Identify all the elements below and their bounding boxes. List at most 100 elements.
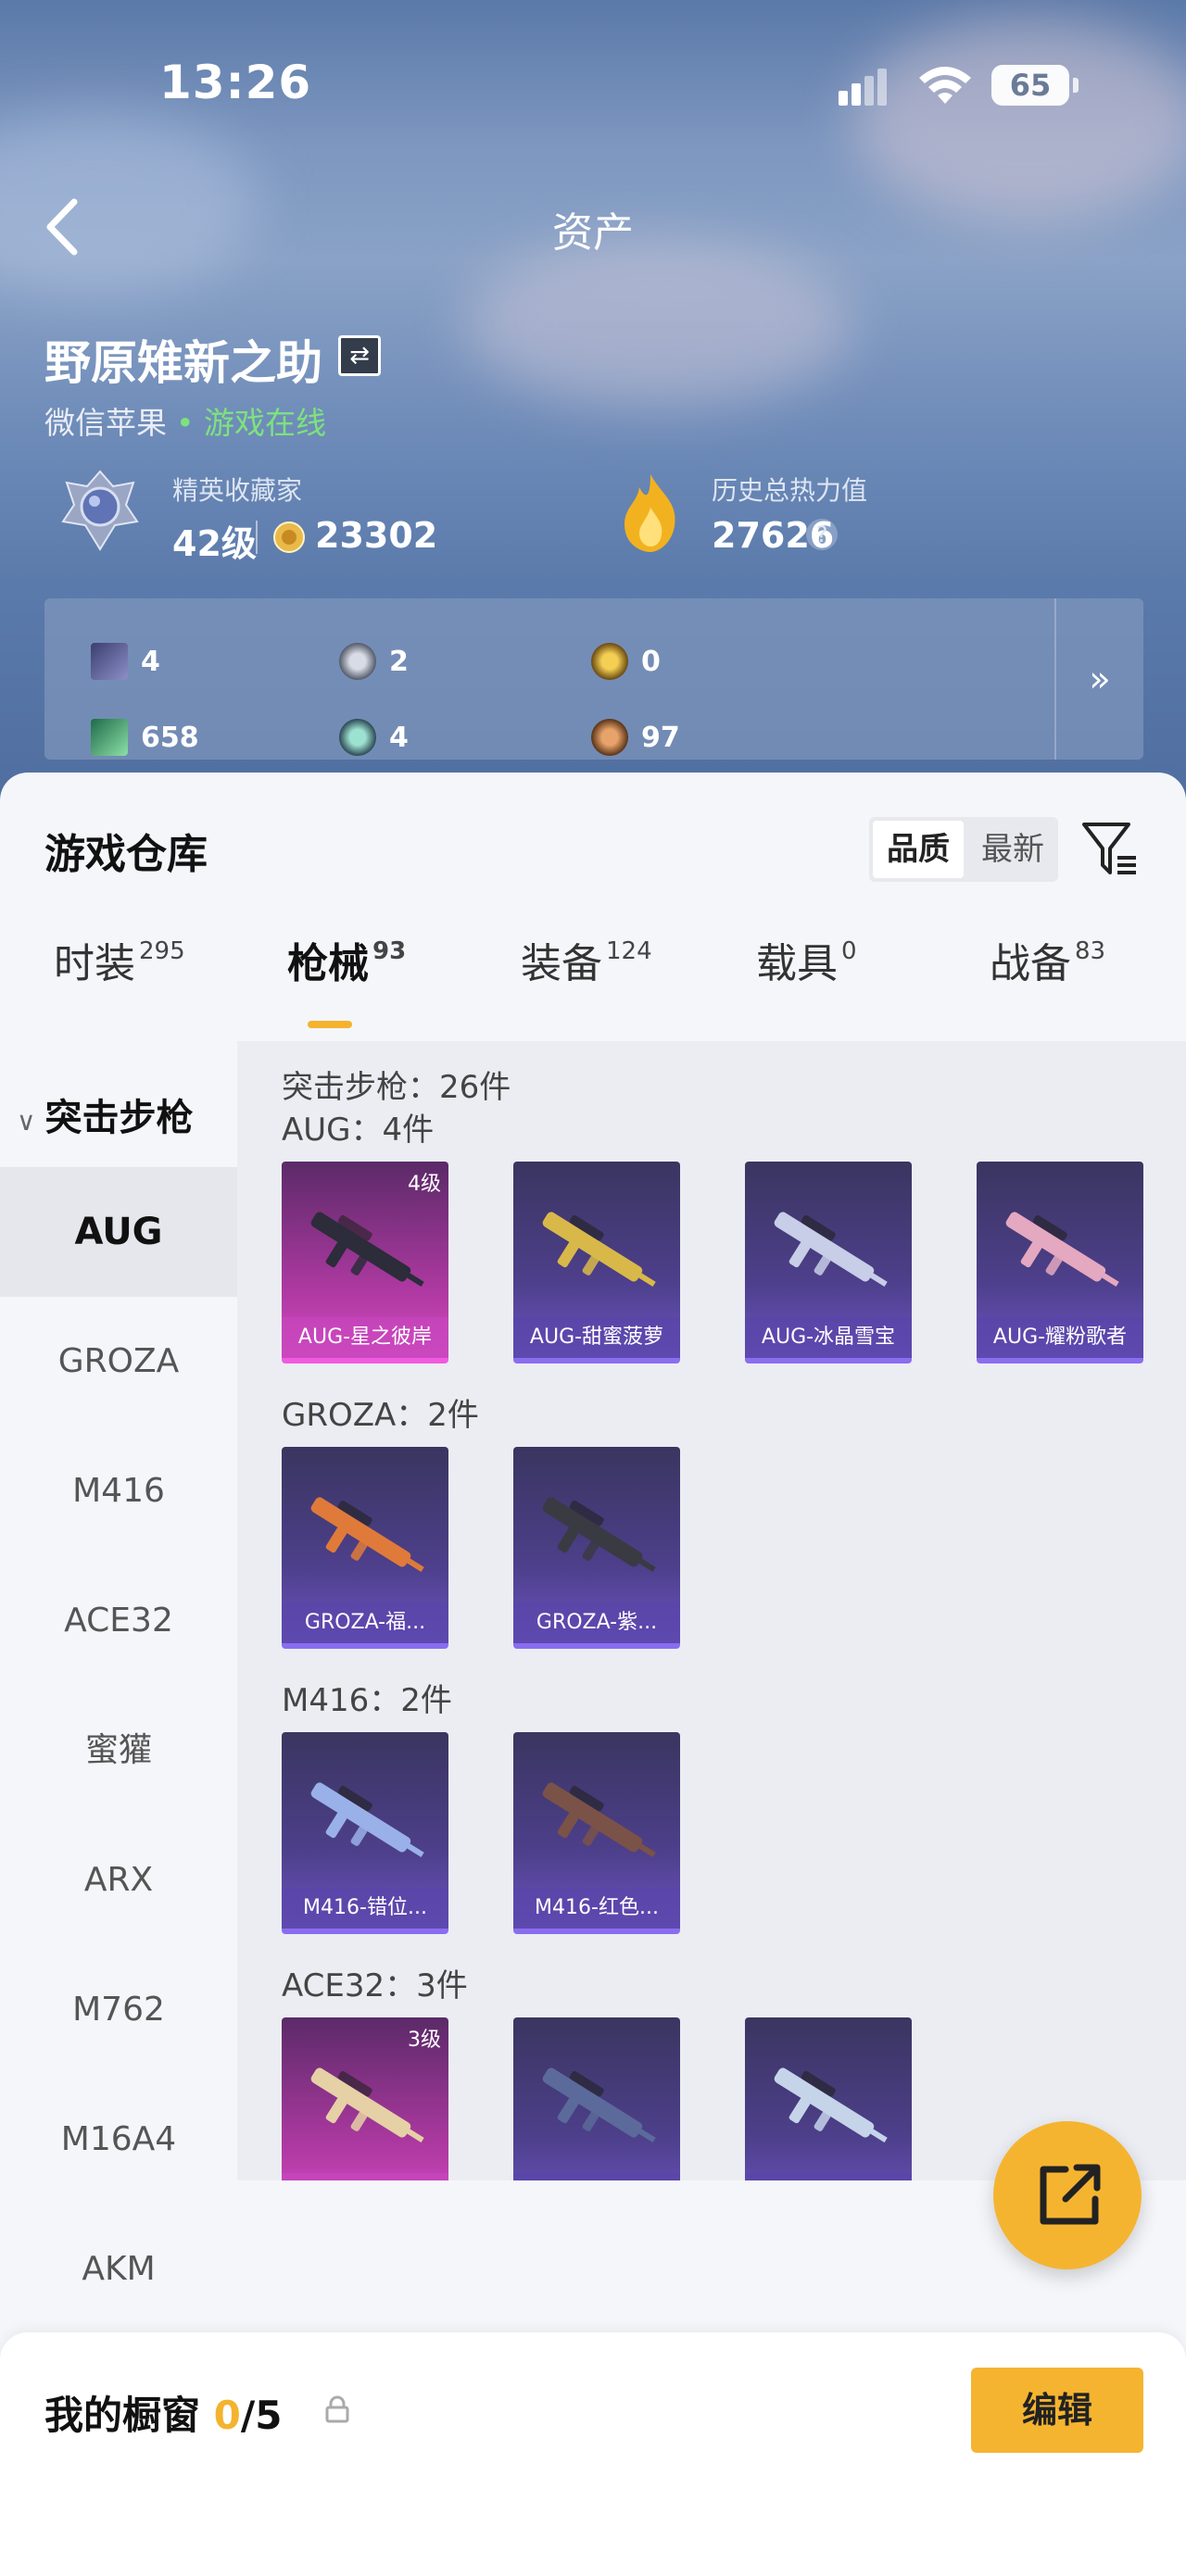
showcase-label: 我的橱窗 <box>44 2393 201 2438</box>
tab-equipment[interactable]: 装备 124 <box>521 930 652 989</box>
tab-supplies[interactable]: 战备 83 <box>990 930 1105 989</box>
tab-label: 装备 <box>521 940 602 987</box>
category-summary: 突击步枪：26件 <box>282 1069 511 1106</box>
sidebar-item-m16a4[interactable]: M16A4 <box>0 2075 237 2205</box>
stat-item: 4 <box>91 637 160 685</box>
coin-value: 23302 <box>315 515 438 556</box>
coin-icon <box>273 521 305 553</box>
skin-name: GROZA-福... <box>282 1602 448 1643</box>
flame-icon <box>625 474 675 552</box>
edit-button[interactable]: 编辑 <box>971 2368 1143 2453</box>
weapon-skin-card[interactable]: M416-错位... <box>282 1732 448 1934</box>
silver-badge-icon <box>339 643 376 680</box>
rifle-icon <box>310 2067 424 2143</box>
sidebar-item-aug[interactable]: AUG <box>0 1167 237 1297</box>
stat-value: 4 <box>389 721 409 754</box>
skin-name: M416-错位... <box>282 1888 448 1929</box>
showcase-bar: 我的橱窗 0/5 编辑 <box>0 2332 1186 2576</box>
teal-orb-icon <box>339 719 376 756</box>
weapon-skin-card[interactable]: AUG-冰晶雪宝 <box>745 1162 912 1363</box>
green-card-icon <box>91 719 128 756</box>
collector-medal-icon <box>61 470 139 551</box>
section-title: AUG：4件 <box>282 1112 435 1149</box>
sidebar-item-ace32[interactable]: ACE32 <box>0 1556 237 1686</box>
showcase-current-count: 0 <box>213 2393 241 2438</box>
sidebar-item-arx[interactable]: ARX <box>0 1816 237 1945</box>
weapon-skin-card[interactable]: GROZA-福... <box>282 1447 448 1649</box>
stat-value: 2 <box>389 645 409 678</box>
skin-name: M416-红色... <box>513 1888 680 1929</box>
wifi-icon <box>919 67 971 104</box>
active-tab-indicator <box>308 1021 352 1028</box>
asset-stats-panel: 4 2 0 658 4 97 » <box>44 598 1143 760</box>
category-label: 突击步枪 <box>44 1097 194 1139</box>
player-level: 42级 <box>172 523 257 564</box>
sidebar-item-akm[interactable]: AKM <box>0 2205 237 2334</box>
weapon-skin-card[interactable]: GROZA-紫... <box>513 1447 680 1649</box>
section-title: ACE32：3件 <box>282 1967 468 2004</box>
battery-tip <box>1073 78 1079 93</box>
platform-label: 微信苹果 <box>44 405 167 441</box>
category-tabs: 时装 295 枪械 93 装备 124 载具 0 战备 83 <box>0 930 1186 1019</box>
stat-value: 97 <box>641 721 680 754</box>
page-title: 资产 <box>552 209 634 257</box>
card-icon <box>91 643 128 680</box>
skin-name: ACE32-画... <box>513 2173 680 2180</box>
status-bar: 13:26 65 <box>0 0 1186 167</box>
rank-title: 精英收藏家 <box>172 475 303 506</box>
weapon-skin-card[interactable]: 3级 ACE32-萌... <box>282 2017 448 2180</box>
rifle-icon <box>774 2067 888 2143</box>
rifle-icon <box>542 1782 656 1858</box>
skin-name: AUG-耀粉歌者 <box>977 1317 1143 1358</box>
sidebar-item-honey-badger[interactable]: 蜜獾 <box>0 1686 237 1816</box>
section-title: GROZA：2件 <box>282 1397 479 1434</box>
stat-item: 2 <box>339 637 409 685</box>
weapon-skin-card[interactable]: M416-红色... <box>513 1732 680 1934</box>
sidebar-item-groza[interactable]: GROZA <box>0 1297 237 1426</box>
weapon-skin-card[interactable]: AUG-甜蜜菠萝 <box>513 1162 680 1363</box>
player-name: 野原雉新之助 <box>44 336 322 390</box>
weapon-skin-card[interactable]: ACE32-冰... <box>745 2017 912 2180</box>
filter-icon[interactable] <box>1080 819 1138 880</box>
skin-name: AUG-甜蜜菠萝 <box>513 1317 680 1358</box>
weapon-skin-card[interactable]: ACE32-画... <box>513 2017 680 2180</box>
tab-label: 载具 <box>756 940 838 987</box>
share-icon <box>1040 2164 1101 2225</box>
clock: 13:26 <box>159 56 312 109</box>
chevron-down-icon: ∨ <box>17 1106 36 1137</box>
rifle-icon <box>542 1497 656 1573</box>
rifle-icon <box>1005 1212 1119 1288</box>
rifle-icon <box>774 1212 888 1288</box>
sort-newest-button[interactable]: 最新 <box>967 817 1058 882</box>
sidebar-item-m416[interactable]: M416 <box>0 1426 237 1556</box>
tab-weapons[interactable]: 枪械 93 <box>287 930 406 989</box>
weapon-skin-card[interactable]: AUG-耀粉歌者 <box>977 1162 1143 1363</box>
showcase-total: /5 <box>240 2393 283 2438</box>
warehouse-sheet: 游戏仓库 品质 最新 时装 295 枪械 93 装备 124 载具 0 战备 83 ∨ 突击… <box>0 773 1186 2576</box>
tab-label: 战备 <box>990 940 1071 987</box>
tab-count: 124 <box>606 937 652 965</box>
gold-badge-icon <box>591 643 628 680</box>
tab-vehicles[interactable]: 载具 0 <box>756 930 857 989</box>
level-badge: 3级 <box>408 2029 441 2052</box>
heat-label: 历史总热力值 <box>712 475 868 506</box>
tab-label: 时装 <box>54 940 135 987</box>
skin-name: AUG-冰晶雪宝 <box>745 1317 912 1358</box>
expand-stats-button[interactable]: » <box>1054 598 1143 760</box>
sidebar-item-m762[interactable]: M762 <box>0 1945 237 2075</box>
category-header[interactable]: ∨ 突击步枪 <box>17 1087 194 1141</box>
weapon-skin-card[interactable]: 4级 AUG-星之彼岸 <box>282 1162 448 1363</box>
sort-toggle: 品质 最新 <box>869 817 1058 882</box>
switch-account-icon[interactable]: ⇄ <box>338 335 381 376</box>
stat-value: 4 <box>141 645 160 678</box>
tab-count: 93 <box>372 937 407 965</box>
stat-item: 658 <box>91 713 199 761</box>
tab-fashion[interactable]: 时装 295 <box>54 930 185 989</box>
share-button[interactable] <box>993 2121 1142 2269</box>
tab-count: 0 <box>841 937 857 965</box>
lock-icon <box>325 2395 349 2423</box>
platform-status: 微信苹果 • 游戏在线 <box>44 398 326 443</box>
help-icon[interactable]: ? <box>806 519 838 550</box>
rifle-icon <box>310 1212 424 1288</box>
sort-quality-button[interactable]: 品质 <box>873 821 964 878</box>
